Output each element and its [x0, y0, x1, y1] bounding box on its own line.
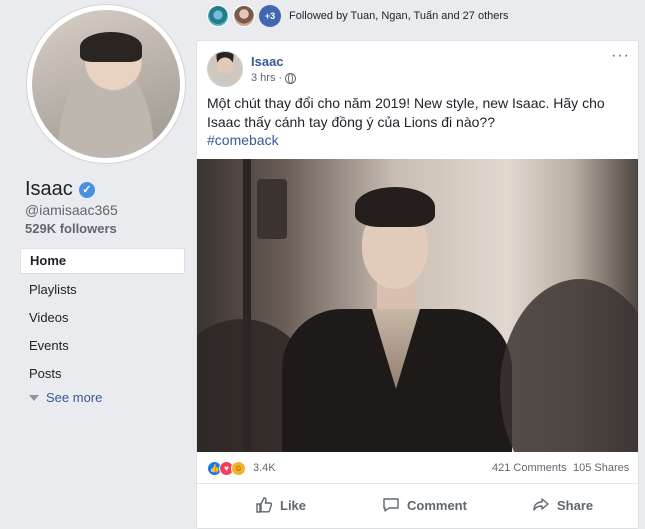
followed-by-bar[interactable]: +3 Followed by Tuan, Ngan, Tuấn and 27 o… [207, 4, 509, 28]
see-more-link[interactable]: See more [29, 390, 102, 405]
nav-item-playlists[interactable]: Playlists [20, 276, 185, 304]
profile-name-row: Isaac ✓ [25, 178, 95, 201]
reactions-count[interactable]: 3.4K [253, 462, 276, 474]
post-author-avatar[interactable] [207, 51, 243, 87]
shares-count[interactable]: 105 Shares [573, 462, 629, 474]
post-text: Một chút thay đổi cho năm 2019! New styl… [207, 95, 605, 130]
share-button[interactable]: Share [532, 491, 593, 519]
post-time-text: 3 hrs · [251, 72, 283, 84]
main-column: +3 Followed by Tuan, Ngan, Tuấn and 27 o… [195, 0, 645, 529]
nav-item-events[interactable]: Events [20, 332, 185, 360]
share-icon [533, 498, 549, 511]
reaction-icons[interactable]: 👍 ♥ ☺ [207, 461, 246, 476]
profile-followers: 529K followers [25, 221, 117, 236]
nav-item-posts[interactable]: Posts [20, 360, 185, 388]
share-label: Share [557, 497, 594, 513]
nav-item-home[interactable]: Home [20, 248, 185, 274]
profile-handle: @iamisaac365 [25, 202, 118, 218]
post-actions: Like Comment Share [197, 487, 638, 523]
haha-reaction-icon: ☺ [231, 461, 246, 476]
chevron-down-icon [29, 394, 39, 401]
globe-icon [285, 72, 297, 84]
more-followers-badge: +3 [259, 5, 281, 27]
photo-foreground-blur [500, 279, 638, 452]
post-hashtag[interactable]: #comeback [207, 132, 279, 148]
like-button[interactable]: Like [255, 491, 306, 519]
page-nav: Home Playlists Videos Events Posts [20, 248, 185, 388]
follower-avatar [207, 5, 229, 27]
post-header: Isaac 3 hrs · ··· [197, 41, 638, 93]
comment-label: Comment [407, 497, 467, 513]
photo-person-hair [355, 187, 435, 227]
comments-count[interactable]: 421 Comments [492, 462, 567, 474]
profile-sidebar: Isaac ✓ @iamisaac365 529K followers Home… [0, 0, 195, 529]
post-card: Isaac 3 hrs · ··· Một chút thay đổi cho … [196, 40, 639, 529]
comment-button[interactable]: Comment [382, 491, 467, 519]
post-author-name[interactable]: Isaac [251, 54, 284, 69]
reactions-bar: 👍 ♥ ☺ 3.4K 421 Comments 105 Shares [197, 454, 638, 484]
like-label: Like [280, 497, 307, 513]
post-photo[interactable] [197, 159, 638, 452]
profile-name: Isaac [25, 178, 73, 200]
nav-item-videos[interactable]: Videos [20, 304, 185, 332]
verified-badge-icon: ✓ [78, 181, 95, 198]
followed-by-text: Followed by Tuan, Ngan, Tuấn and 27 othe… [289, 10, 509, 22]
post-timestamp[interactable]: 3 hrs · [251, 72, 297, 84]
comment-icon [383, 498, 399, 512]
photo-light-head [257, 179, 287, 239]
profile-photo [32, 10, 180, 158]
profile-avatar[interactable] [26, 4, 186, 164]
more-options-icon[interactable]: ··· [611, 48, 630, 64]
see-more-label: See more [46, 390, 103, 405]
follower-avatar [233, 5, 255, 27]
thumbs-up-icon [256, 497, 273, 513]
